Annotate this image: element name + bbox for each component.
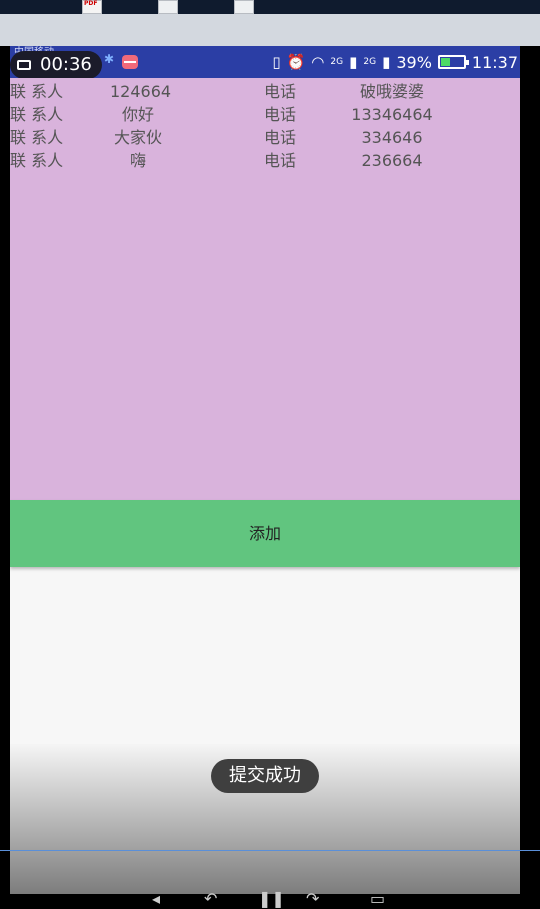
alarm-icon: ⏰ bbox=[286, 53, 306, 71]
pause-icon[interactable]: ❚❚ bbox=[258, 889, 285, 908]
status-icons: ▯ ⏰ ◠ 2G ▮ 2G ▮ 39% 11:37 bbox=[272, 52, 520, 72]
signal-icon-2: ▮ bbox=[382, 53, 391, 71]
battery-percent: 39% bbox=[396, 52, 432, 72]
list-item[interactable]: 联 系人 你好 电话 13346464 bbox=[10, 103, 520, 126]
add-button[interactable]: 添加 bbox=[10, 500, 520, 567]
contact-name: 嗨 bbox=[129, 151, 146, 170]
toast-message: 提交成功 bbox=[211, 759, 319, 793]
wifi-icon: ◠ bbox=[311, 53, 325, 71]
pdf-file-icon[interactable] bbox=[82, 0, 102, 14]
document-file-icon-2[interactable] bbox=[234, 0, 254, 14]
contact-name: 你好 bbox=[121, 105, 154, 124]
forward-icon[interactable]: ↷ bbox=[306, 889, 319, 908]
contact-name: 124664 bbox=[110, 82, 172, 101]
phone-number: 334646 bbox=[361, 128, 423, 147]
status-bar: 中国移动 00:36 ✱ ▯ ⏰ ◠ 2G ▮ 2G ▮ 39% 11:37 bbox=[10, 46, 520, 79]
battery-icon bbox=[437, 55, 469, 69]
phone-number: 破哦婆婆 bbox=[359, 82, 424, 101]
phone-label: 电话 bbox=[264, 105, 297, 124]
contact-label: 联 系人 bbox=[10, 128, 64, 147]
rewind-icon[interactable]: ↶ bbox=[204, 889, 217, 908]
phone-label: 电话 bbox=[264, 128, 297, 147]
screen-recording-pill[interactable]: 00:36 bbox=[10, 51, 102, 79]
clock: 11:37 bbox=[471, 52, 518, 72]
contact-list: 联 系人 124664 电话 破哦婆婆 联 系人 你好 电话 13346464 … bbox=[10, 78, 520, 500]
contact-label: 联 系人 bbox=[10, 82, 64, 101]
menu-icon[interactable]: ▭ bbox=[370, 889, 385, 908]
contact-label: 联 系人 bbox=[10, 151, 64, 170]
phone-number: 13346464 bbox=[351, 105, 433, 124]
phone-number: 236664 bbox=[361, 151, 423, 170]
list-item[interactable]: 联 系人 嗨 电话 236664 bbox=[10, 149, 520, 172]
screen-record-icon bbox=[17, 60, 31, 70]
phone-label: 电话 bbox=[264, 151, 297, 170]
desktop-band bbox=[0, 14, 540, 46]
recording-time: 00:36 bbox=[40, 54, 92, 75]
list-item[interactable]: 联 系人 124664 电话 破哦婆婆 bbox=[10, 80, 520, 103]
screen-edge bbox=[520, 46, 540, 894]
document-file-icon[interactable] bbox=[158, 0, 178, 14]
divider-line bbox=[0, 850, 540, 851]
app-notification-icon bbox=[122, 55, 138, 69]
contact-label: 联 系人 bbox=[10, 105, 64, 124]
player-controls: ◂ ↶ ❚❚ ↷ ▭ bbox=[0, 889, 540, 909]
signal-icon: ▮ bbox=[349, 53, 358, 71]
network-2g-b: 2G bbox=[363, 57, 377, 67]
contact-name: 大家伙 bbox=[113, 128, 162, 147]
desktop-taskbar-top bbox=[0, 0, 540, 14]
bluetooth-icon: ✱ bbox=[104, 52, 115, 66]
vibrate-icon: ▯ bbox=[272, 53, 281, 71]
phone-label: 电话 bbox=[264, 82, 297, 101]
list-item[interactable]: 联 系人 大家伙 电话 334646 bbox=[10, 126, 520, 149]
phone-screen: 中国移动 00:36 ✱ ▯ ⏰ ◠ 2G ▮ 2G ▮ 39% 11:37 联… bbox=[10, 46, 520, 894]
network-2g-a: 2G bbox=[330, 57, 344, 67]
back-icon[interactable]: ◂ bbox=[152, 889, 160, 908]
